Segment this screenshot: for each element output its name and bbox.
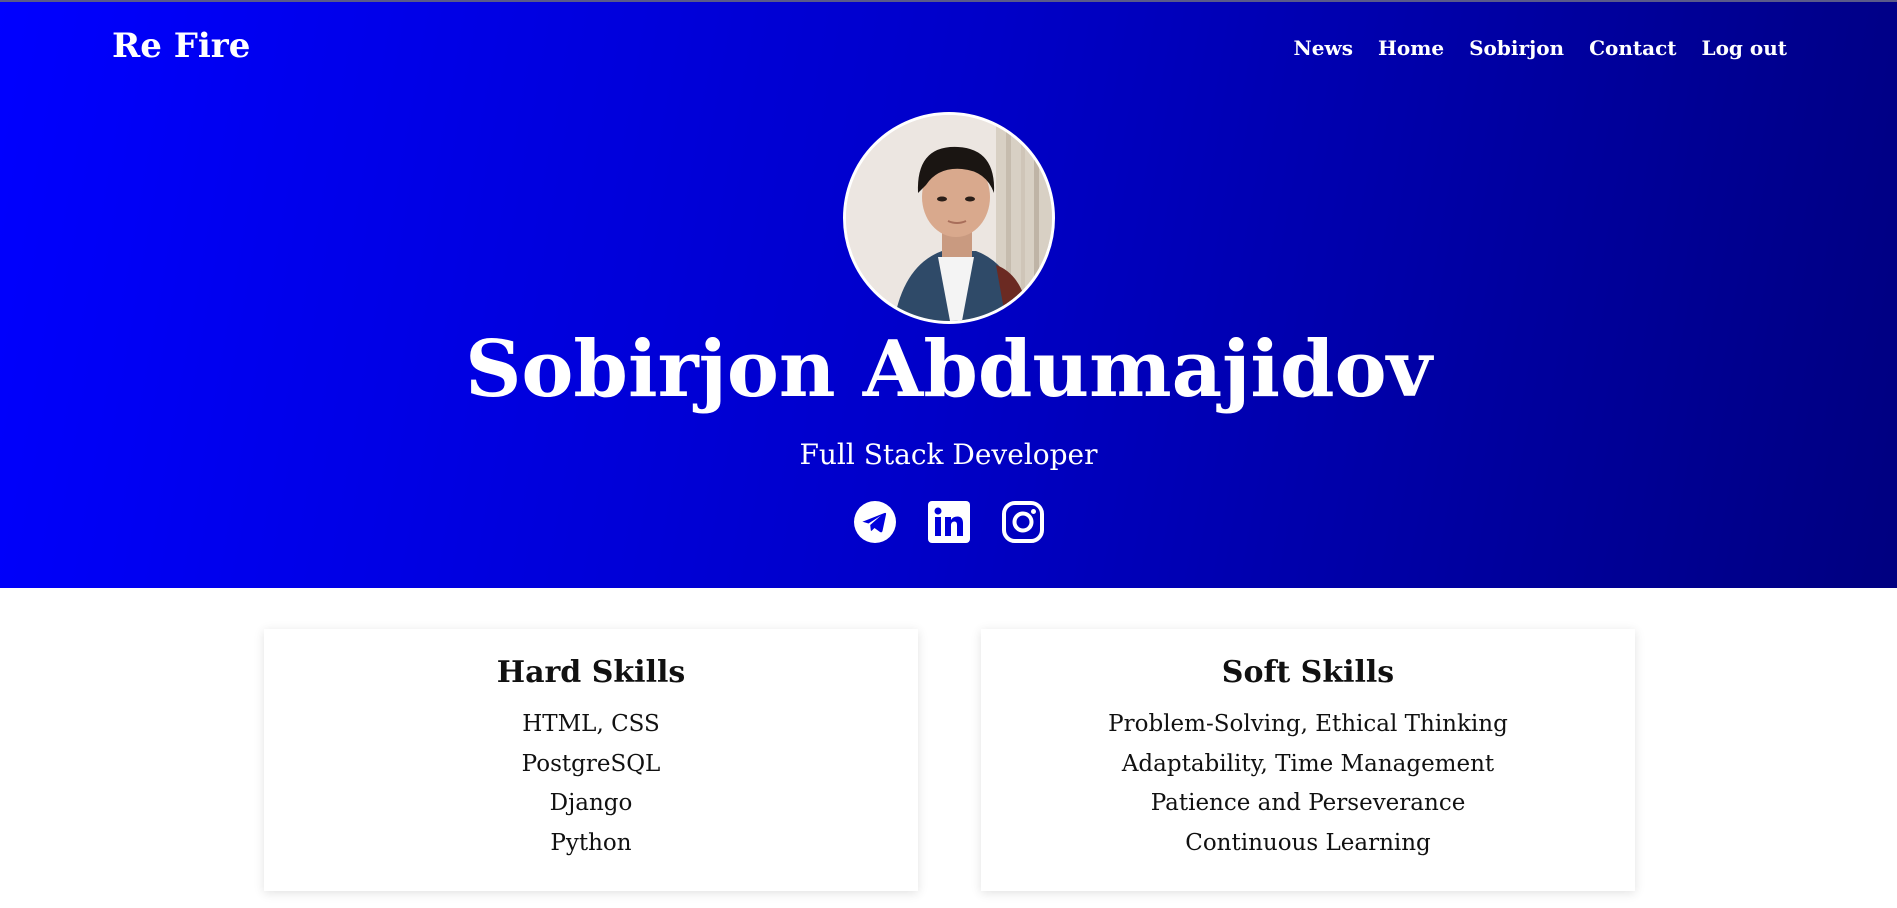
- profile-name: Sobirjon Abdumajidov: [465, 324, 1432, 415]
- hard-skills-list: HTML, CSS PostgreSQL Django Python: [264, 705, 918, 863]
- telegram-link[interactable]: [853, 500, 897, 544]
- linkedin-link[interactable]: [927, 500, 971, 544]
- soft-skills-list: Problem-Solving, Ethical Thinking Adapta…: [981, 705, 1635, 863]
- nav-link-news[interactable]: News: [1293, 36, 1352, 60]
- instagram-link[interactable]: [1001, 500, 1045, 544]
- profile-photo: [846, 115, 1052, 321]
- linkedin-icon: [928, 501, 970, 543]
- list-item: Django: [549, 790, 633, 816]
- main-nav: News Home Sobirjon Contact Log out: [1293, 36, 1787, 60]
- hard-skills-title: Hard Skills: [496, 655, 686, 690]
- list-item: Python: [550, 829, 632, 856]
- nav-link-logout[interactable]: Log out: [1702, 36, 1787, 60]
- list-item: Continuous Learning: [1185, 829, 1431, 856]
- list-item: Problem-Solving, Ethical Thinking: [1108, 711, 1508, 737]
- brand-logo[interactable]: Re Fire: [112, 26, 250, 66]
- instagram-icon: [1002, 501, 1044, 543]
- nav-link-home[interactable]: Home: [1378, 36, 1444, 60]
- nav-link-sobirjon[interactable]: Sobirjon: [1469, 36, 1564, 60]
- telegram-icon: [854, 501, 896, 543]
- profile-role: Full Stack Developer: [799, 438, 1098, 471]
- profile-avatar: [843, 112, 1055, 324]
- social-links: [853, 500, 1045, 544]
- soft-skills-card: Soft Skills Problem-Solving, Ethical Thi…: [981, 629, 1635, 891]
- list-item: Patience and Perseverance: [1150, 790, 1466, 816]
- soft-skills-title: Soft Skills: [1221, 655, 1395, 690]
- hard-skills-card: Hard Skills HTML, CSS PostgreSQL Django …: [264, 629, 918, 891]
- nav-link-contact[interactable]: Contact: [1589, 36, 1676, 60]
- list-item: PostgreSQL: [521, 750, 661, 777]
- hero-banner: Re Fire News Home Sobirjon Contact Log o…: [0, 0, 1897, 588]
- list-item: Adaptability, Time Management: [1121, 750, 1495, 777]
- list-item: HTML, CSS: [522, 711, 660, 737]
